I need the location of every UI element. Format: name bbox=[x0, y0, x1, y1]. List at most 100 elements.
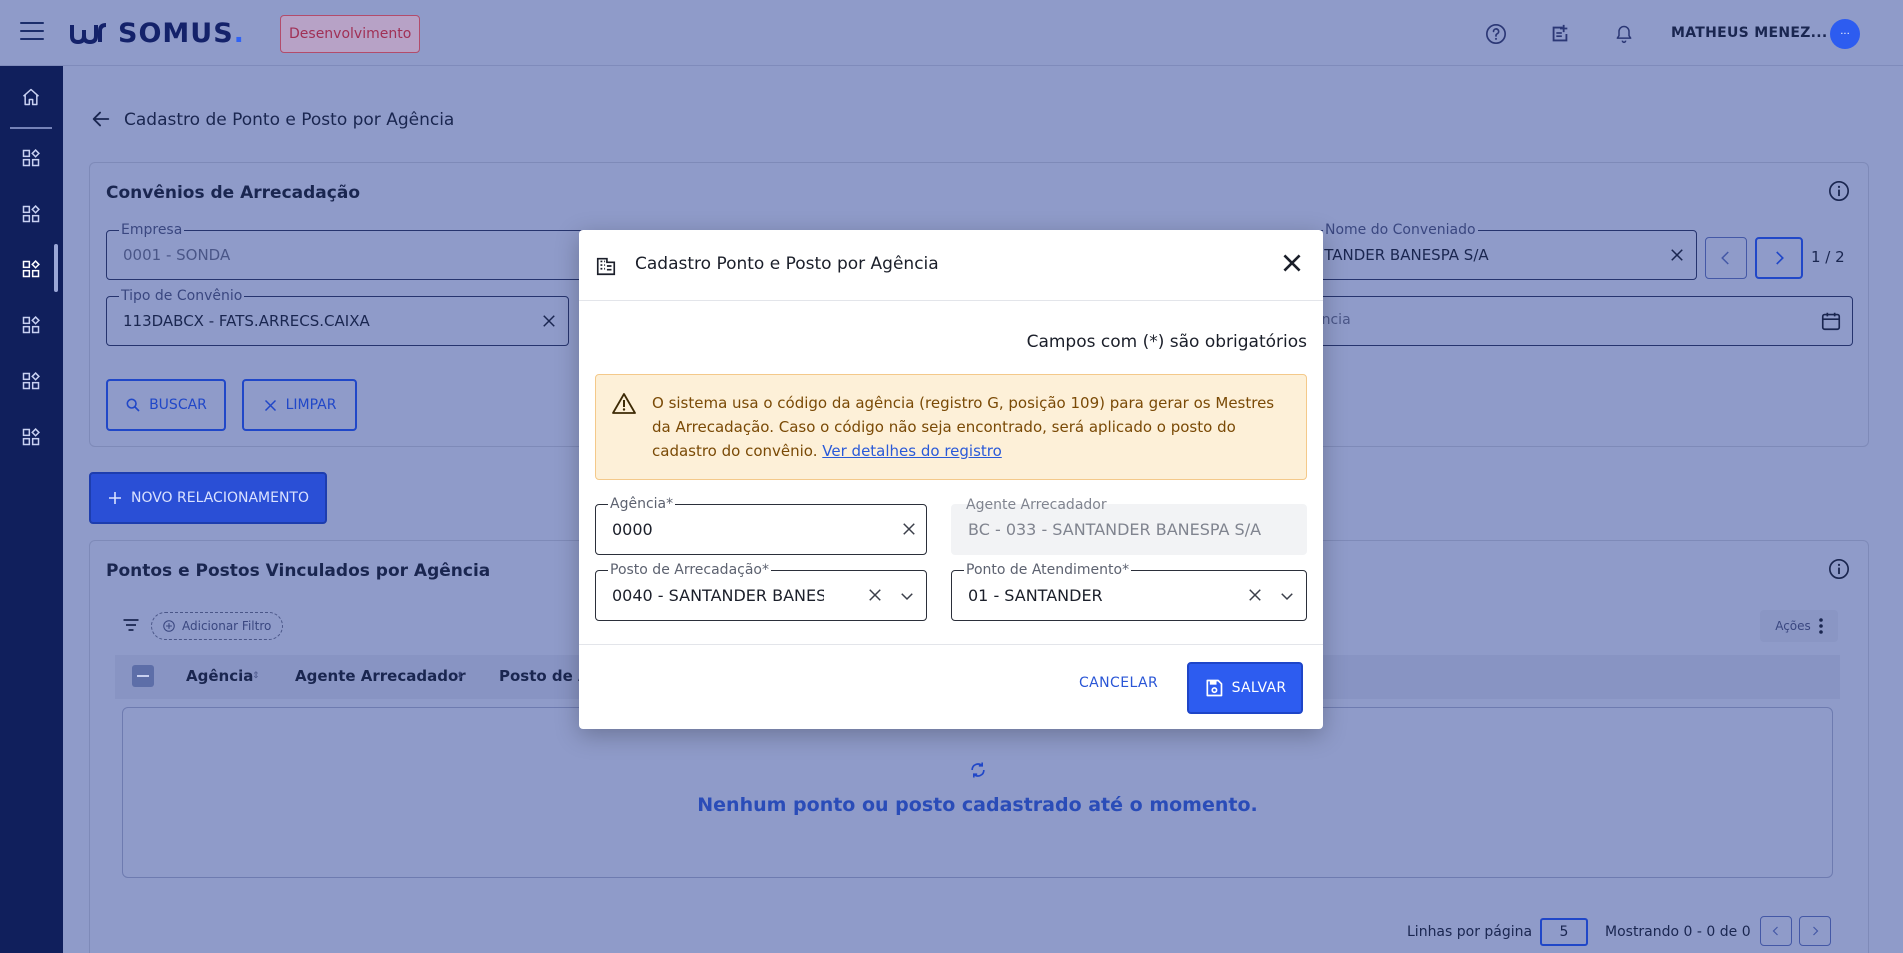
logo-dot: . bbox=[233, 17, 244, 49]
help-icon[interactable] bbox=[1483, 21, 1509, 47]
widgets-icon bbox=[22, 149, 40, 167]
close-icon[interactable] bbox=[1279, 250, 1305, 280]
ponto-atendimento-select[interactable]: Ponto de Atendimento* 01 - SANTANDER bbox=[951, 562, 1307, 621]
agencia-label: Agência* bbox=[608, 496, 676, 512]
tipo-convenio-label: Tipo de Convênio bbox=[119, 288, 245, 304]
empresa-value: 0001 - SONDA bbox=[123, 246, 231, 264]
logo-mark-icon bbox=[70, 23, 107, 44]
tipo-convenio-field[interactable]: Tipo de Convênio 113DABCX - FATS.ARRECS.… bbox=[106, 288, 569, 346]
logo-text: SOMUS bbox=[118, 17, 234, 49]
sidebar-item-module-6[interactable] bbox=[14, 420, 48, 454]
calendar-icon[interactable] bbox=[1820, 310, 1842, 336]
novo-relacionamento-label: NOVO RELACIONAMENTO bbox=[130, 490, 309, 506]
clear-icon[interactable] bbox=[1668, 246, 1686, 268]
sort-icon[interactable]: ⇕ bbox=[252, 671, 260, 681]
ponto-atendimento-label: Ponto de Atendimento* bbox=[964, 562, 1132, 578]
prev-convenio-button[interactable] bbox=[1705, 237, 1747, 279]
agencia-field[interactable]: Agência* 0000 bbox=[595, 496, 927, 555]
prev-page-button[interactable] bbox=[1760, 916, 1792, 946]
top-bar: SOMUS . Desenvolvimento MATHEUS MENEZ...… bbox=[0, 0, 1903, 66]
user-name[interactable]: MATHEUS MENEZ... bbox=[1671, 25, 1828, 41]
agencia-input[interactable]: 0000 bbox=[612, 520, 653, 539]
plus-icon bbox=[108, 492, 121, 504]
novo-relacionamento-button[interactable]: NOVO RELACIONAMENTO bbox=[89, 472, 327, 524]
posto-arrecadacao-select[interactable]: Posto de Arrecadação* 0040 - SANTANDER B… bbox=[595, 562, 927, 621]
floppy-disk-icon bbox=[1206, 679, 1222, 697]
sidebar-item-module-5[interactable] bbox=[14, 364, 48, 398]
select-all-checkbox[interactable] bbox=[132, 665, 154, 687]
home-icon bbox=[23, 88, 39, 106]
showing-count: Mostrando 0 - 0 de 0 bbox=[1605, 924, 1751, 940]
add-filter-button[interactable]: Adicionar Filtro bbox=[151, 612, 283, 640]
add-filter-label: Adicionar Filtro bbox=[182, 619, 272, 633]
info-icon[interactable] bbox=[1828, 558, 1850, 584]
limpar-label: LIMPAR bbox=[285, 397, 337, 413]
save-button[interactable]: SALVAR bbox=[1187, 662, 1303, 714]
sidebar-item-module-2[interactable] bbox=[14, 197, 48, 231]
search-icon bbox=[126, 398, 140, 412]
cancel-button[interactable]: CANCELAR bbox=[1079, 675, 1158, 691]
sidebar-active-indicator bbox=[54, 244, 58, 292]
warning-icon bbox=[612, 392, 636, 418]
menu-icon[interactable] bbox=[20, 22, 44, 42]
add-note-icon[interactable] bbox=[1547, 21, 1573, 47]
sidebar-item-module-3[interactable] bbox=[14, 252, 48, 286]
chevron-left-icon bbox=[1721, 251, 1729, 265]
widgets-icon bbox=[22, 205, 40, 223]
page-title: Cadastro de Ponto e Posto por Agência bbox=[124, 110, 455, 130]
buscar-label: BUSCAR bbox=[149, 397, 207, 413]
chevron-down-icon[interactable] bbox=[898, 587, 916, 609]
sync-icon bbox=[968, 760, 988, 784]
vigencia-field[interactable]: ência bbox=[1310, 296, 1853, 346]
logo: SOMUS . bbox=[70, 17, 244, 49]
info-icon[interactable] bbox=[1828, 180, 1850, 206]
modal-title: Cadastro Ponto e Posto por Agência bbox=[635, 254, 939, 274]
agente-arrecadador-field: Agente Arrecadador BC - 033 - SANTANDER … bbox=[951, 497, 1307, 555]
avatar[interactable]: ··· bbox=[1830, 19, 1860, 49]
sidebar-item-module-4[interactable] bbox=[14, 308, 48, 342]
column-header-agente[interactable]: Agente Arrecadador bbox=[295, 667, 466, 685]
filter-icon[interactable] bbox=[120, 615, 142, 639]
required-note: Campos com (*) são obrigatórios bbox=[1026, 332, 1307, 352]
widgets-icon bbox=[22, 428, 40, 446]
building-icon bbox=[595, 255, 617, 281]
empresa-field[interactable]: Empresa 0001 - SONDA bbox=[106, 222, 596, 280]
alert-text: O sistema usa o código da agência (regis… bbox=[652, 391, 1292, 463]
next-page-button[interactable] bbox=[1799, 916, 1831, 946]
pontos-title: Pontos e Postos Vinculados por Agência bbox=[106, 561, 491, 581]
nome-conveniado-field[interactable]: Nome do Conveniado NTANDER BANESPA S/A bbox=[1310, 222, 1697, 280]
posto-arrecadacao-label: Posto de Arrecadação* bbox=[608, 562, 771, 578]
save-label: SALVAR bbox=[1231, 680, 1287, 696]
clear-icon[interactable] bbox=[866, 586, 884, 608]
convenios-title: Convênios de Arrecadação bbox=[106, 183, 361, 203]
clear-icon[interactable] bbox=[540, 312, 558, 334]
ponto-atendimento-value: 01 - SANTANDER bbox=[968, 586, 1103, 605]
bell-icon[interactable] bbox=[1611, 21, 1637, 47]
column-header-posto[interactable]: Posto de A bbox=[499, 667, 590, 685]
alert-details-link[interactable]: Ver detalhes do registro bbox=[822, 442, 1002, 460]
clear-icon[interactable] bbox=[900, 520, 918, 542]
clear-icon[interactable] bbox=[1246, 586, 1264, 608]
posto-arrecadacao-value: 0040 - SANTANDER BANESPA S/A bbox=[612, 586, 824, 605]
next-convenio-button[interactable] bbox=[1755, 237, 1803, 279]
acoes-button[interactable]: Ações bbox=[1760, 610, 1838, 642]
back-arrow-icon[interactable] bbox=[90, 108, 112, 134]
modal-header: Cadastro Ponto e Posto por Agência bbox=[579, 230, 1323, 301]
buscar-button[interactable]: BUSCAR bbox=[106, 379, 226, 431]
sidebar-item-home[interactable] bbox=[14, 80, 48, 114]
chevron-left-icon bbox=[1772, 926, 1778, 936]
column-header-agencia[interactable]: Agência bbox=[186, 667, 253, 685]
sidebar-item-module-1[interactable] bbox=[14, 141, 48, 175]
chevron-right-icon bbox=[1813, 926, 1819, 936]
widgets-icon bbox=[22, 260, 40, 278]
agente-arrecadador-value: BC - 033 - SANTANDER BANESPA S/A bbox=[968, 520, 1262, 539]
sort-icon[interactable]: ⇕ bbox=[456, 671, 464, 681]
chevron-down-icon[interactable] bbox=[1278, 587, 1296, 609]
rows-per-page-select[interactable]: 5 bbox=[1540, 918, 1588, 946]
limpar-button[interactable]: LIMPAR bbox=[242, 379, 357, 431]
rows-per-page-label: Linhas por página bbox=[1407, 924, 1533, 940]
acoes-label: Ações bbox=[1775, 619, 1811, 633]
empresa-label: Empresa bbox=[119, 222, 185, 238]
sidebar-divider bbox=[10, 127, 52, 129]
tipo-convenio-value: 113DABCX - FATS.ARRECS.CAIXA bbox=[123, 312, 370, 330]
